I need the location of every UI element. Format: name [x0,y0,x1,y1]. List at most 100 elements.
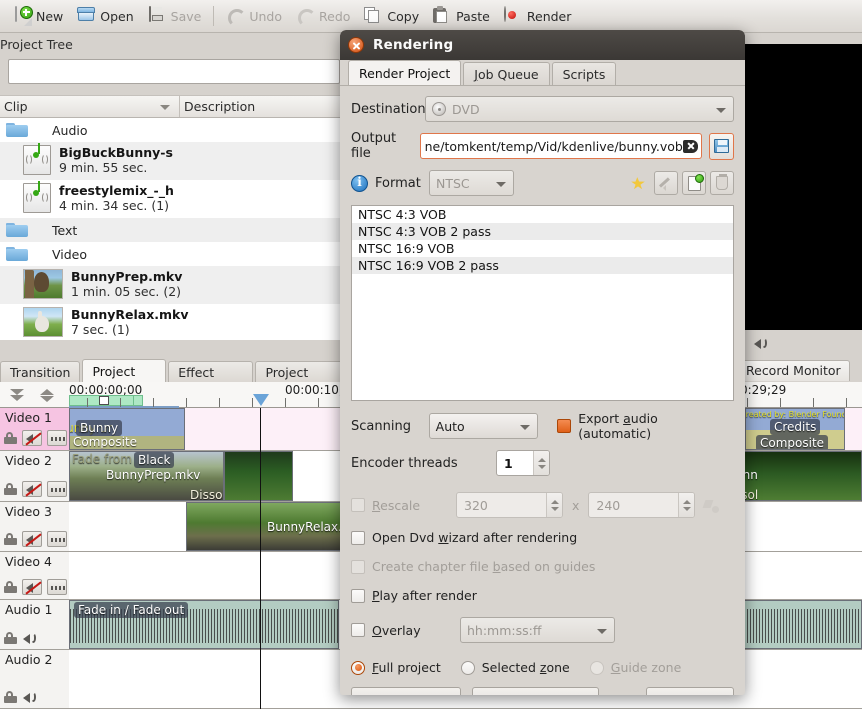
project-tree-list[interactable]: Audio BigBuckBunny-s 9 min. 55 sec. free… [0,118,350,340]
list-item-clip[interactable]: BunnyRelax.mkv 7 sec. (1) [0,304,350,340]
tab-project-tree[interactable]: Project Tree [82,359,167,402]
favorite-profile-button[interactable] [626,171,650,195]
guide-zone-radio[interactable] [589,660,604,675]
destination-select[interactable]: DVD [425,96,734,122]
timeline-clip[interactable]: Fade from Black BunnyPrep.mkv Dissolve [69,451,224,501]
create-chapter-file-checkbox[interactable] [351,559,365,574]
render-to-file-button[interactable]: Render to File [351,687,461,695]
track-audio-icon[interactable] [22,631,38,645]
close-button[interactable]: Close [646,687,734,695]
format-select[interactable]: NTSC [429,170,514,196]
overlay-checkbox[interactable] [351,623,365,637]
list-item-clip[interactable]: freestylemix_-_h 4 min. 34 sec. (1) [0,180,350,218]
export-audio-checkbox[interactable] [557,419,572,433]
tab-transition[interactable]: Transition [0,361,81,382]
track-header-video-1[interactable]: Video 1 [0,408,69,451]
track-lock-icon[interactable] [4,432,17,444]
format-list-item[interactable]: NTSC 16:9 VOB [352,240,733,257]
tab-job-queue[interactable]: Job Queue [463,62,550,85]
column-header-description[interactable]: Description [180,96,350,117]
format-list-item[interactable]: NTSC 4:3 VOB [352,206,733,223]
overlay-format-select[interactable]: hh:mm:ss:ff [460,617,615,643]
zoom-fit-icon[interactable] [40,388,54,402]
toolbar-button-new[interactable]: New [6,3,70,29]
timeline-zone-bar-end[interactable] [133,395,143,406]
tab-render-project[interactable]: Render Project [348,60,462,85]
project-tree-search-input[interactable] [8,59,340,84]
track-hide-button[interactable] [47,531,67,547]
track-header-video-3[interactable]: Video 3 [0,502,69,552]
track-lock-icon[interactable] [4,581,17,593]
aspect-link-icon[interactable] [703,498,720,513]
tab-project-notes[interactable]: Project Notes [255,361,348,401]
format-list[interactable]: NTSC 4:3 VOB NTSC 4:3 VOB 2 pass NTSC 16… [351,205,734,401]
list-item-folder[interactable]: Text [0,218,350,242]
tab-scripts[interactable]: Scripts [551,62,617,85]
list-item-folder[interactable]: Audio [0,118,350,142]
track-mute-button[interactable] [22,531,42,547]
track-lock-icon[interactable] [4,483,17,495]
edit-profile-button[interactable] [654,171,678,195]
track-lock-icon[interactable] [4,632,17,644]
timeline-clip[interactable]: e (Bunny ur Bunny Composite [69,408,185,450]
format-list-item[interactable]: NTSC 4:3 VOB 2 pass [352,223,733,240]
list-item-clip[interactable]: BunnyPrep.mkv 1 min. 05 sec. (2) [0,266,350,304]
output-file-input[interactable]: ne/tomkent/temp/Vid/kdenlive/bunny.vob [419,133,702,159]
stepper-buttons[interactable] [678,493,695,517]
scanning-select[interactable]: Auto [428,413,539,439]
selected-zone-radio[interactable] [460,660,475,675]
track-header-audio-1[interactable]: Audio 1 [0,600,69,650]
track-header-video-2[interactable]: Video 2 [0,451,69,502]
clear-text-icon[interactable] [682,139,698,153]
timeline-clip[interactable]: Fade in / Fade out [69,600,339,649]
track-hide-button[interactable] [47,579,67,595]
toolbar-button-open[interactable]: Open [70,3,140,29]
timeline-playhead-handle[interactable] [253,394,269,406]
choose-output-file-button[interactable] [708,132,734,160]
list-item-clip[interactable]: BigBuckBunny-s 9 min. 55 sec. [0,142,350,180]
tab-effect-stack[interactable]: Effect Stack [168,361,254,401]
toolbar-button-paste[interactable]: Paste [426,3,497,29]
dialog-title-bar[interactable]: Rendering [340,30,745,60]
rescale-height-stepper[interactable]: 240 [588,492,696,518]
track-mute-button[interactable] [22,430,42,446]
timeline-clip[interactable] [224,451,293,501]
track-hide-button[interactable] [47,430,67,446]
track-header-video-4[interactable]: Video 4 [0,552,69,600]
zoom-out-icon[interactable] [10,388,24,402]
track-hide-button[interactable] [47,481,67,497]
timeline-zone-marker[interactable] [99,396,109,405]
column-header-clip[interactable]: Clip [0,96,180,117]
track-mute-button[interactable] [22,579,42,595]
close-icon[interactable] [348,37,364,53]
full-project-radio[interactable] [351,660,365,675]
track-header-audio-2[interactable]: Audio 2 [0,650,69,709]
clip-name: freestylemix_-_h [59,183,174,198]
track-audio-icon[interactable] [22,690,38,704]
timeline-clip[interactable]: Created by: Blender Foundation CC-BY-SA … [745,408,845,450]
delete-profile-button[interactable] [710,171,734,195]
info-icon[interactable] [351,174,368,192]
open-dvd-wizard-checkbox[interactable] [351,530,365,545]
track-lock-icon[interactable] [4,691,17,703]
play-after-render-checkbox[interactable] [351,588,365,603]
encoder-threads-stepper[interactable]: 1 [496,450,550,476]
stepper-buttons[interactable] [533,451,549,475]
rescale-checkbox[interactable] [351,498,365,512]
track-mute-button[interactable] [22,481,42,497]
format-list-item[interactable]: NTSC 16:9 VOB 2 pass [352,257,733,274]
toolbar-button-save[interactable]: Save [141,3,209,29]
toolbar-button-copy[interactable]: Copy [357,3,426,29]
toolbar-button-redo[interactable]: Redo [289,3,357,29]
new-profile-button[interactable] [682,171,706,195]
stepper-buttons[interactable] [546,493,562,517]
tab-record-monitor[interactable]: Record Monitor [737,360,850,381]
rescale-width-stepper[interactable]: 320 [456,492,563,518]
generate-script-button[interactable]: Generate Script [471,687,599,695]
record-dot-icon [503,6,522,25]
toolbar-button-undo[interactable]: Undo [219,3,289,29]
list-item-folder[interactable]: Video [0,242,350,266]
timeline-clip[interactable] [743,600,862,649]
toolbar-button-render[interactable]: Render [497,3,579,29]
track-lock-icon[interactable] [4,533,17,545]
